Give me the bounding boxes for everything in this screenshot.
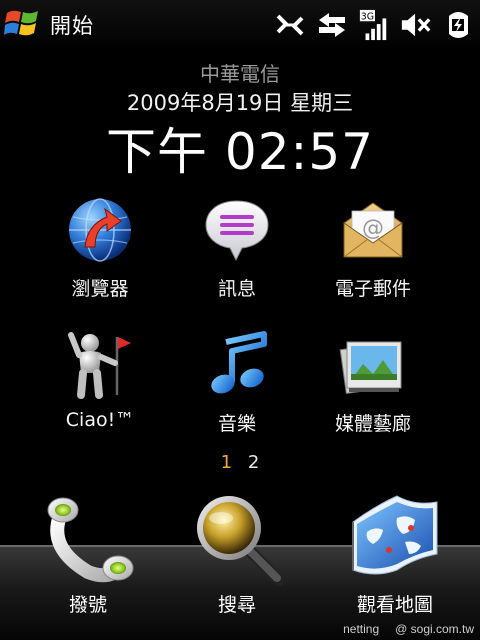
carrier-name: 中華電信: [200, 62, 280, 86]
tile-email[interactable]: @ 電子郵件: [298, 190, 448, 310]
tile-media-gallery[interactable]: 媒體藝廊: [298, 325, 448, 445]
speaker-muted-icon[interactable]: [400, 9, 432, 41]
tile-messaging[interactable]: 訊息: [162, 190, 312, 310]
tile-label: 音樂: [217, 413, 256, 435]
dock-label: 觀看地圖: [356, 594, 433, 616]
watermark-site: @ sogi.com.tw: [395, 622, 474, 636]
windows-logo-icon: [4, 6, 42, 44]
dock-label: 撥號: [68, 594, 107, 616]
tile-ciao[interactable]: Ciao!™: [25, 325, 175, 445]
globe-icon: [60, 190, 140, 270]
sync-arrows-icon[interactable]: [316, 9, 348, 41]
network-badge: 3G: [361, 11, 374, 22]
dock-dial[interactable]: 撥號: [13, 488, 163, 623]
watermark-user: netting: [343, 622, 380, 636]
tile-browser[interactable]: 瀏覽器: [25, 190, 175, 310]
message-bubble-icon: [197, 190, 277, 270]
tile-label: Ciao!™: [65, 409, 135, 431]
tile-label: 電子郵件: [334, 278, 411, 300]
page-dot-2[interactable]: 2: [248, 452, 259, 473]
signal-strength-icon[interactable]: 3G: [358, 9, 390, 41]
phone-handset-icon: [38, 488, 138, 588]
watermark: netting @ sogi.com.tw: [343, 622, 474, 636]
ciao-figure-icon: [60, 325, 140, 405]
page-indicator: 1 2: [0, 452, 480, 473]
tile-label: 媒體藝廊: [334, 413, 411, 435]
magnifier-icon: [187, 488, 287, 588]
tile-label: 訊息: [217, 278, 256, 300]
clock-display[interactable]: 下午 02:57: [0, 112, 480, 184]
dock-maps[interactable]: 觀看地圖: [320, 488, 470, 623]
battery-charging-icon[interactable]: [442, 9, 474, 41]
status-bar: 開始 3G: [0, 0, 480, 50]
start-label: 開始: [50, 14, 94, 38]
envelope-icon: @: [333, 190, 413, 270]
photo-stack-icon: [333, 325, 413, 405]
start-button[interactable]: 開始: [4, 6, 94, 44]
dock-search[interactable]: 搜尋: [162, 488, 312, 623]
page-dot-1[interactable]: 1: [221, 452, 232, 473]
music-note-icon: [197, 325, 277, 405]
tile-label: 瀏覽器: [71, 278, 129, 300]
data-connection-icon[interactable]: [274, 9, 306, 41]
dock-label: 搜尋: [217, 594, 256, 616]
map-icon: [345, 488, 445, 588]
status-icons: 3G: [274, 8, 474, 42]
tile-music[interactable]: 音樂: [162, 325, 312, 445]
